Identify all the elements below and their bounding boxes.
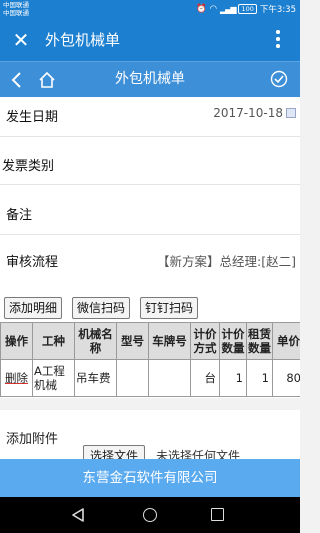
- submit-check-icon[interactable]: [270, 70, 288, 88]
- status-icons: ⏰ ◠ ▂▄▆ 100 下午3:35: [196, 3, 296, 15]
- dingding-scan-button[interactable]: 钉钉扫码: [140, 297, 199, 319]
- column-header: 机械名称: [74, 322, 117, 360]
- occur-date-row[interactable]: 发生日期 2017-10-18: [0, 97, 300, 137]
- carrier-1: 中国联通: [3, 1, 29, 9]
- occur-date-field[interactable]: 2017-10-18: [213, 106, 296, 120]
- work-type-cell[interactable]: A工程机械: [32, 359, 75, 397]
- detail-table: 操作 工种 机械名称 型号 车牌号 计价方式 计价数量 租赁数量 单价 删除 A…: [0, 322, 300, 398]
- column-header: 租赁数量: [246, 322, 273, 360]
- column-header: 单价: [272, 322, 300, 360]
- status-time: 下午3:35: [259, 5, 296, 15]
- column-header: 操作: [0, 322, 33, 360]
- nav-home-icon[interactable]: [143, 508, 157, 522]
- approval-flow-row[interactable]: 审核流程 【新方案】总经理:[赵二]: [0, 235, 300, 288]
- app-bar: ✕ 外包机械单: [0, 20, 300, 61]
- more-menu-icon[interactable]: [274, 30, 282, 52]
- carrier-2: 中国联通: [3, 9, 29, 17]
- invoice-type-row[interactable]: 发票类别: [0, 137, 300, 185]
- model-cell[interactable]: [116, 359, 149, 397]
- sub-header: 外包机械单: [0, 61, 300, 97]
- occur-date-value: 2017-10-18: [213, 106, 283, 120]
- column-header: 车牌号: [148, 322, 191, 360]
- column-header: 计价方式: [190, 322, 220, 360]
- status-bar: 中国联通 中国联通 ⏰ ◠ ▂▄▆ 100 下午3:35: [0, 0, 300, 20]
- wechat-scan-button[interactable]: 微信扫码: [72, 297, 131, 319]
- approval-flow-label: 审核流程: [6, 255, 59, 270]
- pricing-qty-cell[interactable]: 1: [219, 359, 247, 397]
- back-arrow-icon[interactable]: [10, 71, 24, 89]
- nav-back-icon[interactable]: [71, 508, 85, 522]
- company-footer: 东营金石软件有限公司: [0, 459, 300, 497]
- approval-flow-value[interactable]: 【新方案】总经理:[赵二]: [157, 251, 296, 270]
- row-action-cell: 删除: [0, 359, 33, 397]
- table-row[interactable]: 删除 A工程机械 吊车费 台 1 1 80: [0, 359, 300, 397]
- alarm-icon: ⏰: [196, 4, 207, 14]
- app-bar-title: 外包机械单: [45, 31, 121, 49]
- plate-cell[interactable]: [148, 359, 191, 397]
- delete-row-link[interactable]: 删除: [5, 371, 28, 385]
- lease-qty-cell[interactable]: 1: [246, 359, 273, 397]
- detail-toolbar: 添加明细 微信扫码 钉钉扫码: [0, 288, 300, 322]
- calendar-icon[interactable]: [286, 108, 296, 118]
- system-nav-bar: [0, 497, 300, 533]
- unit-price-cell[interactable]: 80: [272, 359, 300, 397]
- remark-label: 备注: [6, 208, 33, 223]
- column-header: 型号: [116, 322, 149, 360]
- column-header: 工种: [32, 322, 75, 360]
- machine-name-cell[interactable]: 吊车费: [74, 359, 117, 397]
- add-detail-button[interactable]: 添加明细: [4, 297, 63, 319]
- nav-recent-apps-icon[interactable]: [211, 508, 224, 521]
- invoice-type-label: 发票类别: [2, 159, 55, 174]
- remark-row[interactable]: 备注: [0, 185, 300, 235]
- attachment-label: 添加附件: [6, 432, 59, 447]
- signal-icon: ▂▄▆: [220, 4, 237, 14]
- table-header-row: 操作 工种 机械名称 型号 车牌号 计价方式 计价数量 租赁数量 单价: [0, 322, 300, 360]
- close-icon[interactable]: ✕: [10, 28, 32, 52]
- column-header: 计价数量: [219, 322, 247, 360]
- home-icon[interactable]: [38, 71, 56, 89]
- occur-date-label: 发生日期: [6, 110, 59, 125]
- wifi-icon: ◠: [209, 4, 218, 14]
- attachment-section: 添加附件 选择文件 未选择任何文件: [0, 410, 300, 460]
- choose-file-button[interactable]: 选择文件: [83, 445, 146, 460]
- carrier-info: 中国联通 中国联通: [3, 1, 29, 17]
- battery-icon: 100: [238, 4, 257, 14]
- pricing-method-cell[interactable]: 台: [190, 359, 220, 397]
